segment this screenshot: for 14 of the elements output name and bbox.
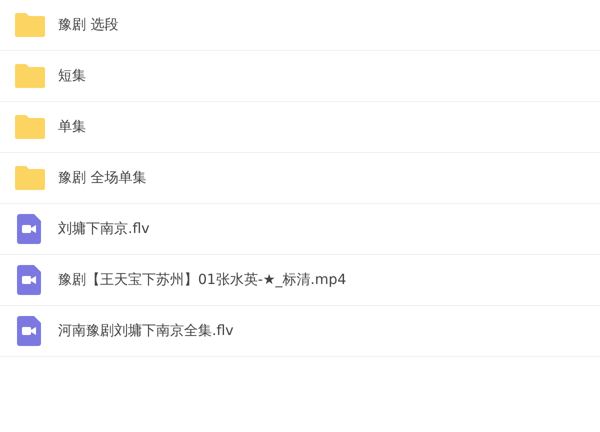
video-file-icon <box>17 316 41 346</box>
video-file-icon <box>17 214 41 244</box>
file-name[interactable]: 豫剧 选段 <box>58 16 118 34</box>
folder-icon <box>14 12 46 38</box>
file-name[interactable]: 单集 <box>58 118 86 136</box>
file-name[interactable]: 短集 <box>58 67 86 85</box>
video-file-icon <box>17 265 41 295</box>
folder-icon <box>14 114 46 140</box>
file-name[interactable]: 河南豫剧刘墉下南京全集.flv <box>58 322 234 340</box>
file-name[interactable]: 豫剧【王天宝下苏州】01张水英-★_标清.mp4 <box>58 271 346 289</box>
folder-icon <box>14 165 46 191</box>
file-name[interactable]: 刘墉下南京.flv <box>58 220 150 238</box>
file-name[interactable]: 豫剧 全场单集 <box>58 169 146 187</box>
folder-icon <box>14 63 46 89</box>
